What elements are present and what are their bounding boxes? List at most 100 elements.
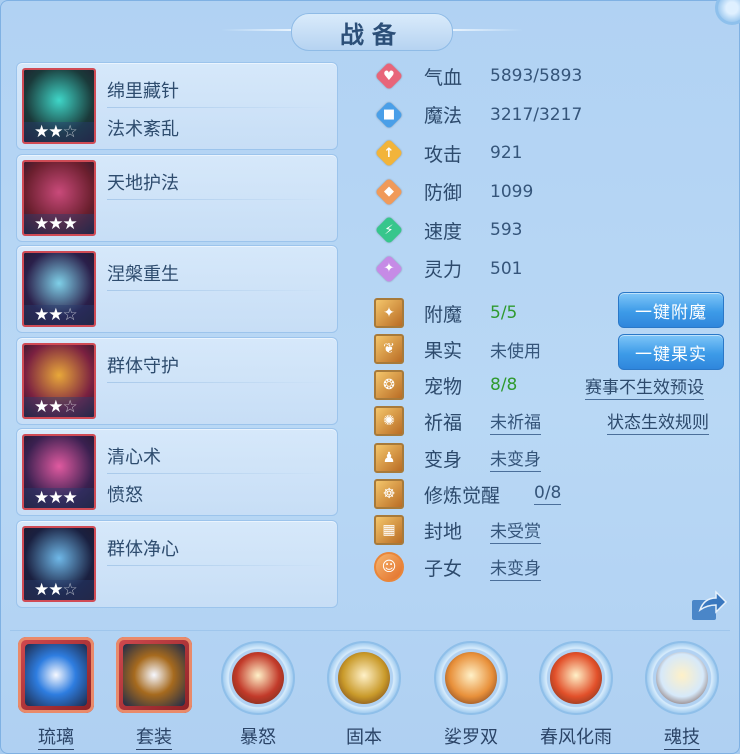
stat-value: 1099	[490, 181, 534, 202]
share-icon[interactable]	[690, 590, 728, 622]
skill-icon[interactable]: ★★☆	[22, 525, 96, 602]
bottom-separator	[10, 630, 730, 631]
status-row: ☺ 子女 未变身	[374, 550, 541, 584]
skill-icon[interactable]: ★★☆	[22, 68, 96, 144]
bottom-skill-item[interactable]: 魂技	[642, 637, 722, 752]
status-label: 祈福	[424, 411, 463, 434]
status-row: ▦ 封地 未受赏	[374, 513, 541, 547]
bottom-skill-item[interactable]: 娑罗双	[431, 637, 511, 752]
enchant-all-button[interactable]: 一键附魔	[618, 292, 724, 328]
soul-skill-icon[interactable]	[645, 641, 719, 715]
star-filled-icon: ★	[34, 122, 49, 142]
stat-row: ✦ 灵力 501	[374, 251, 522, 287]
status-value: 8/8	[490, 375, 518, 395]
child-icon: ☺	[374, 552, 404, 582]
status-label: 修炼觉醒	[424, 484, 501, 507]
status-value: 未使用	[490, 341, 541, 362]
star-empty-icon: ☆	[62, 122, 78, 142]
bottom-skill-label: 春风化雨	[540, 727, 612, 748]
stat-label: 灵力	[424, 259, 463, 281]
star-filled-icon: ★	[48, 213, 63, 234]
star-filled-icon: ★	[34, 396, 49, 417]
skill-star-rating: ★★☆	[24, 305, 94, 325]
skill-divider	[107, 290, 331, 291]
status-label: 果实	[424, 339, 463, 362]
stat-value: 501	[490, 258, 523, 279]
bottom-skill-item[interactable]: 固本	[324, 637, 404, 752]
status-value[interactable]: 未变身	[490, 445, 541, 472]
skill-divider	[107, 473, 331, 474]
stat-row: ■ 魔法 3217/3217	[374, 97, 582, 133]
bottom-skill-label: 暴怒	[240, 727, 276, 748]
treasure-chest-icon[interactable]	[116, 637, 192, 713]
fruit-all-button[interactable]: 一键果实	[618, 334, 724, 370]
skill-name: 群体净心	[107, 538, 179, 560]
status-value[interactable]: 未祈福	[490, 408, 541, 435]
lightning-icon: ⚡	[374, 215, 404, 245]
event-preset-link[interactable]: 赛事不生效预设	[585, 373, 704, 400]
skill-icon[interactable]: ★★☆	[22, 342, 96, 419]
skill-name: 群体守护	[107, 355, 179, 377]
skill-star-rating: ★★☆	[24, 396, 94, 417]
star-filled-icon: ★	[62, 488, 78, 508]
shield-icon: ◆	[374, 177, 404, 207]
fruit-icon: ❦	[374, 334, 404, 364]
skill-card[interactable]: ★★☆ 群体守护	[16, 336, 338, 425]
mana-icon: ■	[374, 100, 404, 130]
status-label: 宠物	[424, 375, 463, 398]
status-label: 附魔	[424, 303, 463, 326]
stat-value: 3217/3217	[490, 104, 583, 125]
status-row: ✦ 附魔 5/5	[374, 296, 517, 330]
status-label: 封地	[424, 520, 463, 543]
skill-card[interactable]: ★★★ 天地护法	[16, 153, 338, 242]
skill-card[interactable]: ★★☆ 涅槃重生	[16, 245, 338, 333]
status-value[interactable]: 未变身	[490, 554, 541, 581]
stat-label: 攻击	[424, 143, 463, 166]
pet-icon: ❂	[374, 370, 404, 400]
star-empty-icon: ☆	[62, 305, 78, 325]
glaze-orb-icon[interactable]	[18, 637, 94, 713]
bottom-skill-item[interactable]: 套装	[114, 637, 194, 752]
palm-hand-icon[interactable]	[434, 641, 508, 715]
stat-label: 气血	[424, 66, 463, 89]
cultivation-icon: ☸	[374, 479, 404, 509]
stat-row: ⚡ 速度 593	[374, 212, 522, 248]
status-value[interactable]: 未受赏	[490, 517, 541, 544]
close-corner-icon[interactable]	[715, 0, 740, 25]
skill-icon[interactable]: ★★☆	[22, 251, 96, 327]
skill-divider	[107, 381, 331, 383]
spring-burst-icon[interactable]	[539, 641, 613, 715]
skill-icon[interactable]: ★★★	[22, 434, 96, 510]
status-value[interactable]: 0/8	[534, 483, 562, 505]
meditating-monk-icon[interactable]	[327, 641, 401, 715]
skill-effect: 愤怒	[107, 485, 143, 506]
skill-icon[interactable]: ★★★	[22, 159, 96, 236]
skill-star-rating: ★★☆	[24, 122, 94, 142]
status-row: ☸ 修炼觉醒 0/8	[374, 477, 562, 511]
skill-divider	[107, 564, 331, 566]
status-row: ✺ 祈福 未祈福	[374, 404, 541, 438]
skill-card[interactable]: ★★☆ 绵里藏针 法术紊乱	[16, 62, 338, 150]
star-empty-icon: ☆	[62, 579, 78, 600]
bottom-skill-item[interactable]: 暴怒	[218, 637, 298, 752]
bottom-skill-item[interactable]: 春风化雨	[536, 637, 616, 752]
star-filled-icon: ★	[62, 213, 78, 234]
skill-card[interactable]: ★★★ 清心术 愤怒	[16, 428, 338, 516]
star-filled-icon: ★	[48, 122, 63, 142]
status-rules-link[interactable]: 状态生效规则	[607, 408, 709, 435]
enchant-icon: ✦	[374, 298, 404, 328]
skill-name: 清心术	[107, 447, 161, 468]
blessing-icon: ✺	[374, 406, 404, 436]
star-filled-icon: ★	[34, 579, 49, 600]
skill-card[interactable]: ★★☆ 群体净心	[16, 519, 338, 608]
status-label: 子女	[424, 557, 463, 580]
roaring-beast-icon[interactable]	[221, 641, 295, 715]
bottom-skill-item[interactable]: 琉璃	[16, 637, 96, 752]
bottom-skill-label: 娑罗双	[444, 727, 498, 748]
panel-title: 战备	[291, 13, 453, 51]
star-filled-icon: ★	[34, 213, 49, 234]
spirit-icon: ✦	[374, 254, 404, 284]
star-filled-icon: ★	[34, 305, 49, 325]
stat-label: 速度	[424, 220, 463, 243]
skill-name: 天地护法	[107, 172, 179, 194]
